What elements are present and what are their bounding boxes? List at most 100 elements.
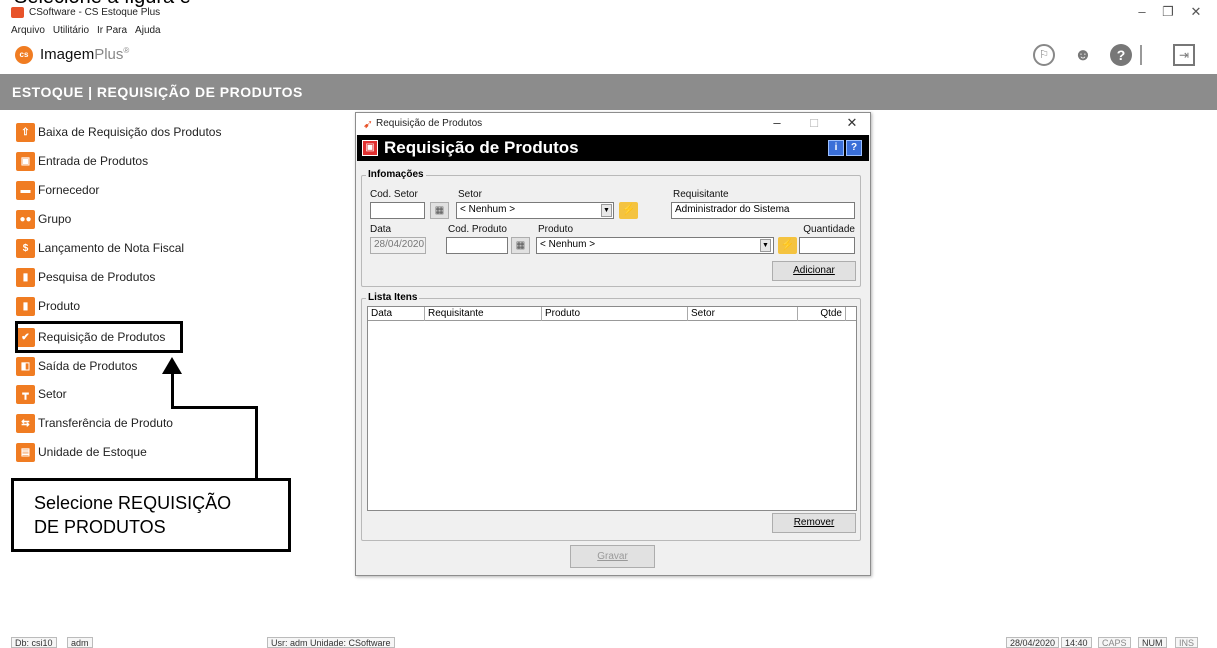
dialog-close-button[interactable]: ✕	[842, 115, 862, 131]
status-db: Db: csi10	[11, 637, 57, 648]
sidebar-item-label: Transferência de Produto	[38, 416, 173, 430]
brand-name: ImagemPlus®	[40, 46, 129, 63]
grid-header: Data Requisitante Produto Setor Qtde	[368, 307, 856, 321]
sidebar-item-produto[interactable]: ▮ Produto	[16, 294, 80, 318]
save-button: Gravar	[570, 545, 655, 568]
instruction-callout: Selecione REQUISIÇÃO DE PRODUTOS	[11, 478, 291, 552]
data-label: Data	[370, 224, 392, 235]
truck-icon: ▬	[16, 180, 35, 200]
search-setor-icon[interactable]: ▦	[430, 202, 449, 219]
box-up-icon: ⇧	[16, 122, 35, 142]
user-support-icon[interactable]: ☻	[1072, 44, 1094, 66]
globe-icon[interactable]: ⚐	[1033, 44, 1055, 66]
hierarchy-icon: ┳	[16, 384, 35, 404]
sidebar-item-label: Setor	[38, 387, 67, 401]
sidebar-item-label: Pesquisa de Produtos	[38, 270, 156, 284]
sidebar-item-unidade-estoque[interactable]: ▤ Unidade de Estoque	[16, 440, 147, 464]
dialog-maximize-button: □	[810, 115, 818, 130]
setor-select[interactable]: < Nenhum >	[456, 202, 614, 219]
column-header-data[interactable]: Data	[368, 307, 425, 321]
cylinder-icon: ▮	[16, 267, 35, 287]
sidebar-item-label: Unidade de Estoque	[38, 445, 147, 459]
menu-utilitario[interactable]: Utilitário	[53, 25, 89, 39]
cod-produto-label: Cod. Produto	[448, 224, 507, 235]
sidebar-item-entrada-produtos[interactable]: ▣ Entrada de Produtos	[16, 149, 148, 173]
sidebar-item-label: Baixa de Requisição dos Produtos	[38, 125, 222, 139]
column-header-qtde[interactable]: Qtde	[798, 307, 846, 321]
data-picker: 28/04/2020	[370, 237, 426, 254]
menu-ajuda[interactable]: Ajuda	[135, 25, 161, 39]
column-header-requisitante[interactable]: Requisitante	[425, 307, 542, 321]
brand-logo-icon: cs	[15, 46, 33, 64]
help-icon[interactable]: ?	[1110, 44, 1132, 66]
lightning-icon[interactable]: ⚡	[619, 202, 638, 219]
column-header-produto[interactable]: Produto	[542, 307, 688, 321]
requisitante-label: Requisitante	[673, 189, 729, 200]
help-icon[interactable]: ?	[846, 140, 862, 156]
sidebar-item-label: Entrada de Produtos	[38, 154, 149, 168]
produto-select[interactable]: < Nenhum >	[536, 237, 774, 254]
lightning-icon[interactable]: ⚡	[778, 237, 797, 254]
status-time: 14:40	[1061, 637, 1092, 648]
dialog-app-icon: ➹	[363, 117, 374, 131]
banner-title: Requisição de Produtos	[384, 138, 579, 157]
requisitante-input[interactable]: Administrador do Sistema	[671, 202, 855, 219]
cylinder-icon: ▮	[16, 296, 35, 316]
sidebar-item-saida-produtos[interactable]: ◧ Saída de Produtos	[16, 354, 137, 378]
column-header-setor[interactable]: Setor	[688, 307, 798, 321]
sidebar-item-pesquisa-produtos[interactable]: ▮ Pesquisa de Produtos	[16, 265, 155, 289]
callout-line-1: Selecione REQUISIÇÃO	[34, 493, 232, 513]
money-icon: $	[16, 238, 35, 258]
remove-button[interactable]: Remover	[772, 513, 856, 533]
add-button[interactable]: Adicionar	[772, 261, 856, 281]
highlight-box	[15, 321, 183, 353]
window-title: CSoftware - CS Estoque Plus	[29, 7, 161, 18]
logout-icon[interactable]: ⇥	[1173, 44, 1195, 66]
setor-label: Setor	[458, 189, 482, 200]
sidebar-item-baixa-requisicao[interactable]: ⇧ Baixa de Requisição dos Produtos	[16, 120, 221, 144]
sidebar-item-label: Fornecedor	[38, 183, 100, 197]
sidebar-item-label: Grupo	[38, 212, 72, 226]
arrow-line	[171, 406, 258, 409]
transfer-icon: ⇆	[16, 413, 35, 433]
cod-produto-input[interactable]	[446, 237, 508, 254]
status-user-unit: Usr: adm Unidade: CSoftware	[267, 637, 395, 648]
chevron-down-icon[interactable]: ▼	[760, 239, 771, 252]
list-group-label: Lista Itens	[366, 292, 420, 303]
arrow-line	[171, 372, 174, 409]
unit-icon: ▤	[16, 442, 35, 462]
brand-name-main: Imagem	[40, 46, 95, 63]
menu-arquivo[interactable]: Arquivo	[11, 25, 45, 39]
status-ins: INS	[1175, 637, 1199, 648]
arrow-line	[255, 406, 258, 480]
quantidade-label: Quantidade	[803, 224, 855, 235]
menu-ir-para[interactable]: Ir Para	[97, 25, 127, 39]
brand-mark: ®	[123, 46, 130, 55]
sidebar-item-setor[interactable]: ┳ Setor	[16, 382, 67, 406]
dialog-title: Requisição de Produtos	[376, 118, 483, 129]
cod-setor-label: Cod. Setor	[370, 189, 418, 200]
sidebar-item-lancamento-nota[interactable]: $ Lançamento de Nota Fiscal	[16, 236, 184, 260]
sidebar-item-label: Saída de Produtos	[38, 359, 138, 373]
requisicao-dialog: ➹ Requisição de Produtos – □ ✕ ▣ Requisi…	[355, 112, 871, 576]
info-icon[interactable]: i	[828, 140, 844, 156]
items-grid[interactable]: Data Requisitante Produto Setor Qtde	[367, 306, 857, 511]
status-user: adm	[67, 637, 93, 648]
search-produto-icon[interactable]: ▦	[511, 237, 530, 254]
quantidade-input[interactable]	[799, 237, 855, 254]
chevron-down-icon[interactable]: ▼	[601, 204, 612, 217]
app-icon	[11, 7, 24, 18]
produto-label: Produto	[538, 224, 574, 235]
sidebar-item-grupo[interactable]: ●● Grupo	[16, 207, 71, 231]
cod-setor-input[interactable]	[370, 202, 425, 219]
close-button[interactable]: ✕	[1181, 4, 1211, 20]
status-date: 28/04/2020	[1006, 637, 1060, 648]
toolbar-separator	[1140, 45, 1142, 65]
dialog-minimize-button[interactable]: –	[767, 115, 787, 130]
sidebar-item-label: Lançamento de Nota Fiscal	[38, 241, 185, 255]
page-title: ESTOQUE | REQUISIÇÃO DE PRODUTOS	[12, 84, 303, 100]
restore-button[interactable]: ❐	[1153, 4, 1183, 20]
sidebar-item-transferencia[interactable]: ⇆ Transferência de Produto	[16, 411, 173, 435]
sidebar-item-fornecedor[interactable]: ▬ Fornecedor	[16, 178, 99, 202]
box-open-icon: ▣	[16, 151, 35, 171]
